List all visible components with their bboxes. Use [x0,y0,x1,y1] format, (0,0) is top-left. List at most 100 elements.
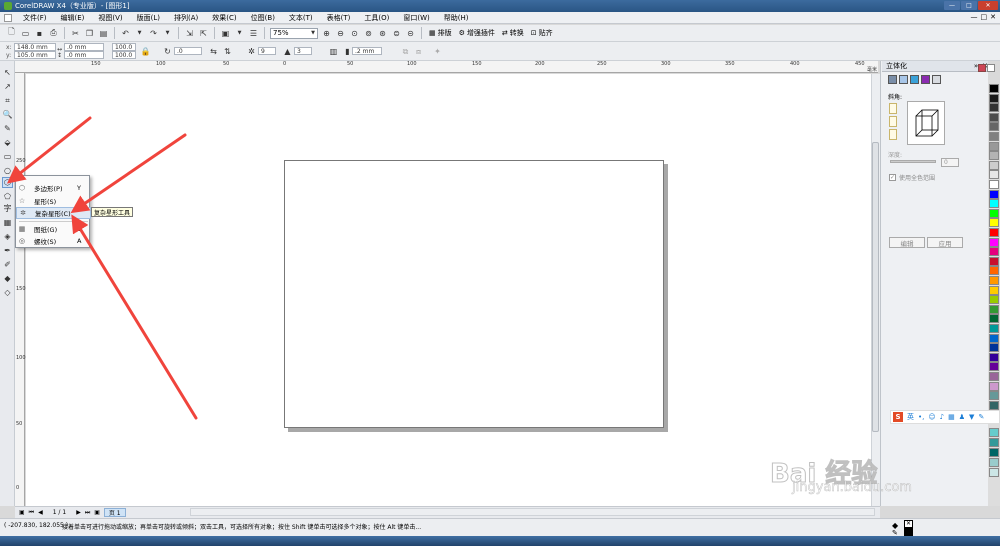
palette-swatch[interactable] [989,458,999,467]
last-page-icon[interactable]: ⏭ [85,509,90,517]
menu-table[interactable]: 表格(T) [320,13,358,23]
extrude-camera-icon[interactable] [888,75,897,84]
extrude-bevel-icon[interactable] [932,75,941,84]
import-icon[interactable]: ⇲ [184,28,195,39]
first-page-icon[interactable]: ⏮ [29,509,34,517]
minimize-button[interactable]: — [944,1,960,10]
menu-effects[interactable]: 效果(C) [205,13,243,23]
bevel-option-3-icon[interactable] [889,129,897,140]
shirt-icon[interactable]: ▼ [969,413,974,421]
document-page[interactable] [284,160,664,428]
interactive-fill-tool-icon[interactable]: ◇ [2,287,13,298]
ime-language-label[interactable]: 英 [907,412,914,422]
to-back-icon[interactable]: ⧈ [413,46,424,57]
print-icon[interactable]: ⎙ [48,28,59,39]
palette-swatch[interactable] [989,180,999,189]
scale-x-field[interactable]: 100.0 [112,43,136,51]
star-points-field[interactable]: 9 [258,47,276,55]
full-color-range-checkbox[interactable]: ✓ 使用全色范围 [889,173,935,182]
palette-swatch[interactable] [989,468,999,477]
zoom-page-icon[interactable]: ⊛ [377,28,388,39]
table-tool-icon[interactable]: ▦ [2,217,13,228]
pick-tool-icon[interactable]: ↖ [2,67,13,78]
palette-swatch[interactable] [989,247,999,257]
paste-icon[interactable]: ▤ [98,28,109,39]
palette-swatch[interactable] [989,256,999,266]
document-icon[interactable] [4,13,12,22]
to-front-icon[interactable]: ⧉ [400,46,411,57]
cut-icon[interactable]: ✂ [70,28,81,39]
palette-swatch[interactable] [989,285,999,295]
open-folder-icon[interactable]: ▭ [20,28,31,39]
rotation-angle-field[interactable]: .0 [174,47,202,55]
palette-swatch[interactable] [989,391,999,401]
launcher-dropdown-icon[interactable]: ▼ [234,28,245,39]
menu-edit[interactable]: 编辑(E) [54,13,92,23]
extrude-color-icon[interactable] [921,75,930,84]
palette-swatch[interactable] [989,400,999,410]
menu-file[interactable]: 文件(F) [16,13,54,23]
user-icon[interactable]: ♟ [959,413,965,421]
zoom-level-combo[interactable]: 75% ▼ [270,27,318,39]
doc-close-button[interactable]: ✕ [990,13,996,21]
zoom-width-icon[interactable]: ⊜ [391,28,402,39]
eyedropper-tool-icon[interactable]: ✒ [2,245,13,256]
redo-dropdown-icon[interactable]: ▼ [162,28,173,39]
mirror-horizontal-icon[interactable]: ⇆ [208,46,219,57]
mirror-vertical-icon[interactable]: ⇅ [222,46,233,57]
palette-swatch[interactable] [989,160,999,170]
emoji-icon[interactable]: ☺ [928,413,935,421]
copy-icon[interactable]: ❐ [84,28,95,39]
zoom-out-icon[interactable]: ⊖ [335,28,346,39]
palette-swatch[interactable] [989,103,999,113]
palette-swatch[interactable] [989,372,999,381]
wrap-text-icon[interactable]: ▥ [328,46,339,57]
palette-swatch[interactable] [989,189,999,199]
y-position-field[interactable]: 105.0 mm [14,51,56,59]
docker-float-icon[interactable] [987,64,995,72]
polygon-tool-icon[interactable]: ⬡ [2,177,13,188]
fill-tool-icon[interactable]: ◆ [2,273,13,284]
flyout-item-spiral[interactable]: ◎ 螺纹(S) A [16,235,91,247]
menu-help[interactable]: 帮助(H) [437,13,476,23]
palette-swatch[interactable] [989,132,999,141]
menu-text[interactable]: 文本(T) [282,13,320,23]
palette-swatch[interactable] [989,112,999,122]
add-page-icon[interactable]: ▣ [94,509,100,516]
palette-swatch[interactable] [989,84,999,93]
palette-swatch[interactable] [989,151,999,161]
freehand-tool-icon[interactable]: ✎ [2,123,13,134]
palette-swatch[interactable] [989,362,999,372]
horizontal-scrollbar[interactable] [190,508,875,516]
welcome-screen-icon[interactable]: ☰ [248,28,259,39]
microphone-icon[interactable]: ♪ [940,413,944,421]
palette-swatch[interactable] [989,228,999,237]
palette-swatch[interactable] [989,304,999,314]
close-button[interactable]: ✕ [978,1,998,10]
layout-button[interactable]: ▦ 排版 [427,28,454,38]
palette-swatch[interactable] [989,266,999,276]
zoom-tool-icon[interactable]: 🔍 [2,109,13,120]
flyout-item-polygon[interactable]: ⬡ 多边形(P) Y [16,182,91,194]
palette-swatch[interactable] [989,333,999,343]
menu-window[interactable]: 窗口(W) [396,13,436,23]
ellipse-tool-icon[interactable]: ○ [2,165,13,176]
flyout-item-star[interactable]: ☆ 星形(S) [16,195,91,207]
palette-swatch[interactable] [989,448,999,457]
zoom-height-icon[interactable]: ⊝ [405,28,416,39]
menu-layout[interactable]: 版面(L) [130,13,167,23]
outline-tool-icon[interactable]: ✐ [2,259,13,270]
punctuation-icon[interactable]: •, [918,413,924,421]
width-field[interactable]: .0 mm [64,43,104,51]
x-position-field[interactable]: 148.0 mm [14,43,56,51]
horizontal-ruler[interactable]: 150 100 50 0 50 100 150 200 250 300 350 … [15,61,878,73]
zoom-all-icon[interactable]: ⊚ [363,28,374,39]
application-launcher-icon[interactable]: ▣ [220,28,231,39]
palette-swatch[interactable] [989,208,999,218]
palette-swatch[interactable] [989,122,999,132]
previous-page-icon[interactable]: ◀ [38,509,43,516]
menu-tools[interactable]: 工具(O) [357,13,396,23]
apply-button[interactable]: 应用 [927,237,963,248]
palette-swatch[interactable] [989,438,999,447]
extrude-rotation-icon[interactable] [899,75,908,84]
